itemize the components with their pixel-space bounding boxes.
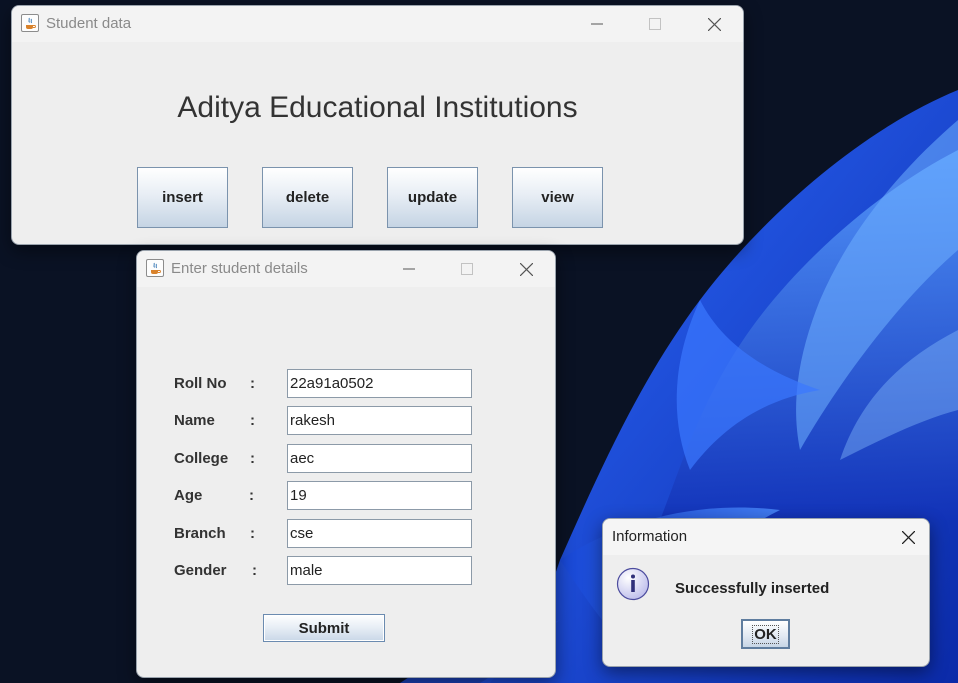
roll-no-field[interactable]: 22a91a0502 [287, 369, 472, 398]
age-field[interactable]: 19 [287, 481, 472, 510]
close-button[interactable] [503, 251, 549, 287]
name-field[interactable]: rakesh [287, 406, 472, 435]
page-heading: Aditya Educational Institutions [177, 91, 578, 124]
window-title: Enter student details [171, 260, 308, 277]
maximize-icon [649, 18, 661, 30]
dialog-message: Successfully inserted [675, 580, 830, 597]
maximize-button[interactable] [632, 6, 678, 42]
branch-label: Branch [174, 525, 226, 542]
window-title: Student data [46, 15, 132, 32]
minimize-button[interactable] [574, 6, 620, 42]
age-label: Age [174, 487, 203, 504]
view-button[interactable]: view [512, 167, 603, 228]
colon: : [250, 412, 255, 429]
close-icon [901, 530, 915, 544]
colon: : [250, 375, 255, 392]
info-icon [616, 567, 650, 601]
colon: : [252, 562, 257, 579]
student-data-window: Student data Aditya Educational Institut… [11, 5, 744, 245]
close-button[interactable] [885, 519, 929, 555]
close-icon [707, 17, 721, 31]
minimize-icon [403, 268, 415, 270]
maximize-button[interactable] [444, 251, 490, 287]
delete-button[interactable]: delete [262, 167, 353, 228]
ok-button[interactable]: OK [741, 619, 790, 649]
college-field[interactable]: aec [287, 444, 472, 473]
close-button[interactable] [691, 6, 737, 42]
ok-label: OK [752, 624, 779, 644]
details-titlebar[interactable]: Enter student details [137, 251, 555, 287]
colon: : [250, 525, 255, 542]
student-details-window: Enter student details Roll No : 22a91a05… [136, 250, 556, 678]
information-dialog: Information Successfully inserted OK [602, 518, 930, 667]
gender-field[interactable]: male [287, 556, 472, 585]
student-data-titlebar[interactable]: Student data [12, 6, 743, 42]
minimize-button[interactable] [386, 251, 432, 287]
colon: : [249, 487, 254, 504]
branch-field[interactable]: cse [287, 519, 472, 548]
maximize-icon [461, 263, 473, 275]
minimize-icon [591, 23, 603, 25]
name-label: Name [174, 412, 215, 429]
java-icon [146, 259, 164, 277]
java-icon [21, 14, 39, 32]
roll-no-label: Roll No [174, 375, 227, 392]
insert-button[interactable]: insert [137, 167, 228, 228]
submit-button[interactable]: Submit [263, 614, 385, 642]
information-titlebar[interactable]: Information [603, 519, 929, 555]
college-label: College [174, 450, 229, 467]
dialog-title: Information [612, 528, 688, 545]
colon: : [250, 450, 255, 467]
gender-label: Gender [174, 562, 227, 579]
close-icon [519, 262, 533, 276]
update-button[interactable]: update [387, 167, 478, 228]
